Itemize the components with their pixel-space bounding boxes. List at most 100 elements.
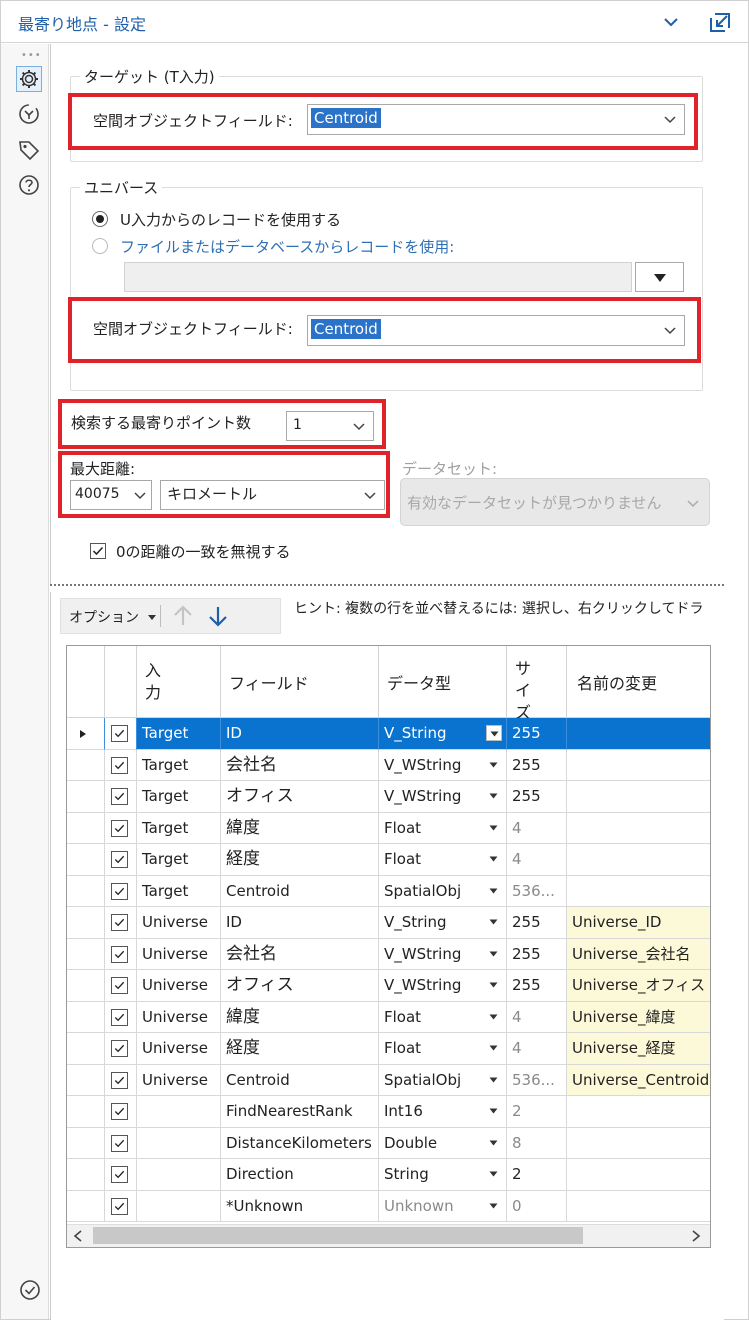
data-type-cell[interactable]: Unknown xyxy=(379,1190,507,1222)
size-cell[interactable]: 4 xyxy=(507,1033,567,1065)
table-row[interactable]: Target Centroid SpatialObj 536... xyxy=(67,875,710,907)
row-checkbox-cell[interactable] xyxy=(105,907,137,939)
rename-cell[interactable] xyxy=(567,844,710,876)
data-type-dropdown[interactable] xyxy=(486,820,502,836)
row-checkbox-cell[interactable] xyxy=(105,970,137,1002)
table-row[interactable]: Target 経度 Float 4 xyxy=(67,844,710,876)
size-cell[interactable]: 255 xyxy=(507,749,567,781)
distance-unit-select[interactable]: キロメートル xyxy=(160,480,385,510)
row-checkbox-cell[interactable] xyxy=(105,1033,137,1065)
data-type-dropdown[interactable] xyxy=(486,725,502,741)
row-checkbox[interactable] xyxy=(111,725,128,742)
row-checkbox[interactable] xyxy=(111,788,128,805)
panel-splitter[interactable] xyxy=(50,584,724,592)
size-cell[interactable]: 4 xyxy=(507,1001,567,1033)
check-circle-icon[interactable] xyxy=(18,1278,42,1302)
rename-cell[interactable]: Universe_経度 xyxy=(567,1033,710,1065)
row-header[interactable] xyxy=(67,1159,105,1191)
table-row[interactable]: Target オフィス V_WString 255 xyxy=(67,781,710,813)
row-header[interactable] xyxy=(67,1127,105,1159)
select-column-header[interactable] xyxy=(105,646,137,718)
row-header[interactable] xyxy=(67,812,105,844)
data-type-dropdown[interactable] xyxy=(486,883,502,899)
rename-cell[interactable] xyxy=(567,1191,710,1222)
column-header-size[interactable]: サイズ xyxy=(507,646,567,722)
row-header[interactable] xyxy=(67,1064,105,1096)
table-row[interactable]: Universe 経度 Float 4 Universe_経度 xyxy=(67,1033,710,1065)
data-type-dropdown[interactable] xyxy=(486,757,502,773)
radio-u-input[interactable] xyxy=(92,211,108,227)
nearest-count-select[interactable]: 1 xyxy=(286,411,374,441)
rename-cell[interactable]: Universe_緯度 xyxy=(567,1001,710,1033)
row-checkbox[interactable] xyxy=(111,1134,128,1152)
data-type-cell[interactable]: Float xyxy=(379,1001,507,1033)
row-checkbox[interactable] xyxy=(111,945,128,963)
data-type-dropdown[interactable] xyxy=(486,1198,502,1214)
size-cell[interactable]: 4 xyxy=(507,844,567,876)
rename-cell[interactable] xyxy=(567,750,710,781)
rename-cell[interactable] xyxy=(567,1159,710,1191)
column-header-rename[interactable]: 名前の変更 xyxy=(567,646,710,718)
size-cell[interactable]: 255 xyxy=(507,938,567,970)
size-cell[interactable]: 255 xyxy=(507,718,567,750)
data-type-dropdown[interactable] xyxy=(486,946,502,962)
size-cell[interactable]: 255 xyxy=(507,970,567,1002)
table-row[interactable]: *Unknown Unknown 0 xyxy=(67,1190,710,1222)
rename-cell[interactable]: Universe_ID xyxy=(567,907,710,939)
ignore-zero-checkbox[interactable] xyxy=(90,543,106,559)
row-checkbox-cell[interactable] xyxy=(105,781,137,813)
settings-tab[interactable] xyxy=(16,66,42,92)
data-type-dropdown[interactable] xyxy=(486,1135,502,1151)
scrollbar-thumb[interactable] xyxy=(93,1227,583,1244)
row-checkbox[interactable] xyxy=(111,977,128,994)
help-icon[interactable] xyxy=(16,172,42,198)
options-menu[interactable]: オプション xyxy=(69,607,157,627)
rename-cell[interactable] xyxy=(567,876,710,907)
size-cell[interactable]: 255 xyxy=(507,781,567,813)
table-row[interactable]: Universe ID V_String 255 Universe_ID xyxy=(67,907,710,939)
data-type-dropdown[interactable] xyxy=(486,1009,502,1025)
row-checkbox-cell[interactable] xyxy=(105,812,137,844)
row-header[interactable] xyxy=(67,1190,105,1222)
row-header[interactable] xyxy=(67,970,105,1002)
max-distance-select[interactable]: 40075 xyxy=(70,480,152,510)
data-type-dropdown[interactable] xyxy=(486,851,502,867)
size-cell[interactable]: 536... xyxy=(507,1064,567,1096)
data-type-cell[interactable]: String xyxy=(379,1159,507,1191)
size-cell[interactable]: 536... xyxy=(507,875,567,907)
row-checkbox[interactable] xyxy=(111,1008,128,1026)
row-checkbox-cell[interactable] xyxy=(105,1064,137,1096)
row-checkbox[interactable] xyxy=(111,1103,128,1120)
table-row[interactable]: Universe Centroid SpatialObj 536... Universe… xyxy=(67,1064,710,1096)
rename-cell[interactable] xyxy=(567,718,710,750)
table-row[interactable]: Universe 緯度 Float 4 Universe_緯度 xyxy=(67,1001,710,1033)
row-header[interactable] xyxy=(67,781,105,813)
table-row[interactable]: Target 緯度 Float 4 xyxy=(67,812,710,844)
data-type-dropdown[interactable] xyxy=(486,914,502,930)
table-row[interactable]: Target ID V_String 255 xyxy=(67,718,710,750)
data-type-cell[interactable]: V_WString xyxy=(379,749,507,781)
data-type-dropdown[interactable] xyxy=(486,1072,502,1088)
size-cell[interactable]: 2 xyxy=(507,1159,567,1191)
row-checkbox-cell[interactable] xyxy=(105,1096,137,1128)
data-type-cell[interactable]: V_WString xyxy=(379,970,507,1002)
chevron-down-icon[interactable] xyxy=(661,12,681,32)
radio-file-db[interactable] xyxy=(92,238,108,254)
target-spatial-select[interactable]: Centroid xyxy=(307,104,685,135)
rename-cell[interactable] xyxy=(567,781,710,813)
table-row[interactable]: Direction String 2 xyxy=(67,1159,710,1191)
rename-cell[interactable]: Universe_会社名 xyxy=(567,938,710,970)
row-checkbox[interactable] xyxy=(111,1197,128,1215)
row-header[interactable] xyxy=(67,1096,105,1128)
row-checkbox-cell[interactable] xyxy=(105,749,137,781)
data-type-cell[interactable]: V_String xyxy=(379,718,507,750)
row-checkbox[interactable] xyxy=(111,1071,128,1089)
rename-cell[interactable] xyxy=(567,1096,710,1128)
row-checkbox[interactable] xyxy=(111,851,128,868)
row-header[interactable] xyxy=(67,938,105,970)
row-checkbox-cell[interactable] xyxy=(105,1159,137,1191)
table-row[interactable]: Target 会社名 V_WString 255 xyxy=(67,749,710,781)
row-checkbox-cell[interactable] xyxy=(105,1001,137,1033)
data-type-cell[interactable]: Float xyxy=(379,1033,507,1065)
data-type-dropdown[interactable] xyxy=(486,788,502,804)
